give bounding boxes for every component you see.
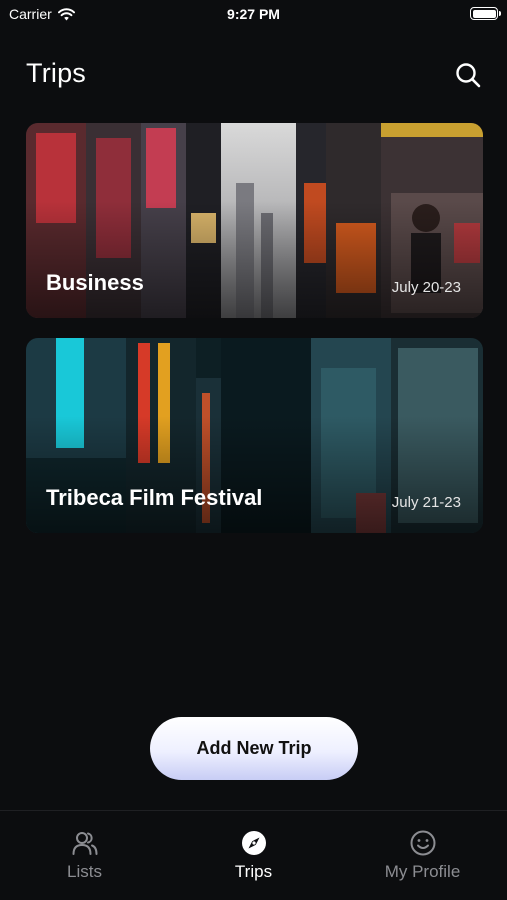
users-icon — [72, 832, 97, 855]
tab-trips-label: Trips — [234, 862, 273, 881]
trip-card[interactable]: Business July 20-23 — [26, 123, 483, 318]
tab-lists-label: Lists — [67, 862, 102, 881]
trip-card[interactable]: Tribeca Film Festival July 21-23 — [26, 338, 483, 533]
tab-trips[interactable]: Trips — [169, 811, 338, 900]
status-bar: Carrier 9:27 PM — [0, 0, 507, 30]
battery-icon — [470, 7, 501, 20]
compass-icon — [241, 831, 266, 855]
status-time: 9:27 PM — [227, 6, 280, 22]
trip-card-title: Business — [46, 270, 144, 295]
page-title: Trips — [26, 58, 86, 88]
trip-card-dates: July 21-23 — [391, 494, 461, 511]
trip-card-dates: July 20-23 — [391, 279, 461, 296]
tab-my-profile[interactable]: My Profile — [338, 811, 507, 900]
search-button[interactable] — [455, 62, 481, 88]
tab-lists[interactable]: Lists — [0, 811, 169, 900]
tab-my-profile-label: My Profile — [384, 862, 461, 881]
trip-card-title: Tribeca Film Festival — [46, 485, 263, 510]
tab-bar: Lists Trips My Profile — [0, 810, 507, 900]
search-icon — [456, 63, 481, 88]
smiley-icon — [410, 830, 435, 856]
header: Trips — [26, 58, 481, 98]
add-new-trip-button[interactable]: Add New Trip — [150, 717, 358, 780]
